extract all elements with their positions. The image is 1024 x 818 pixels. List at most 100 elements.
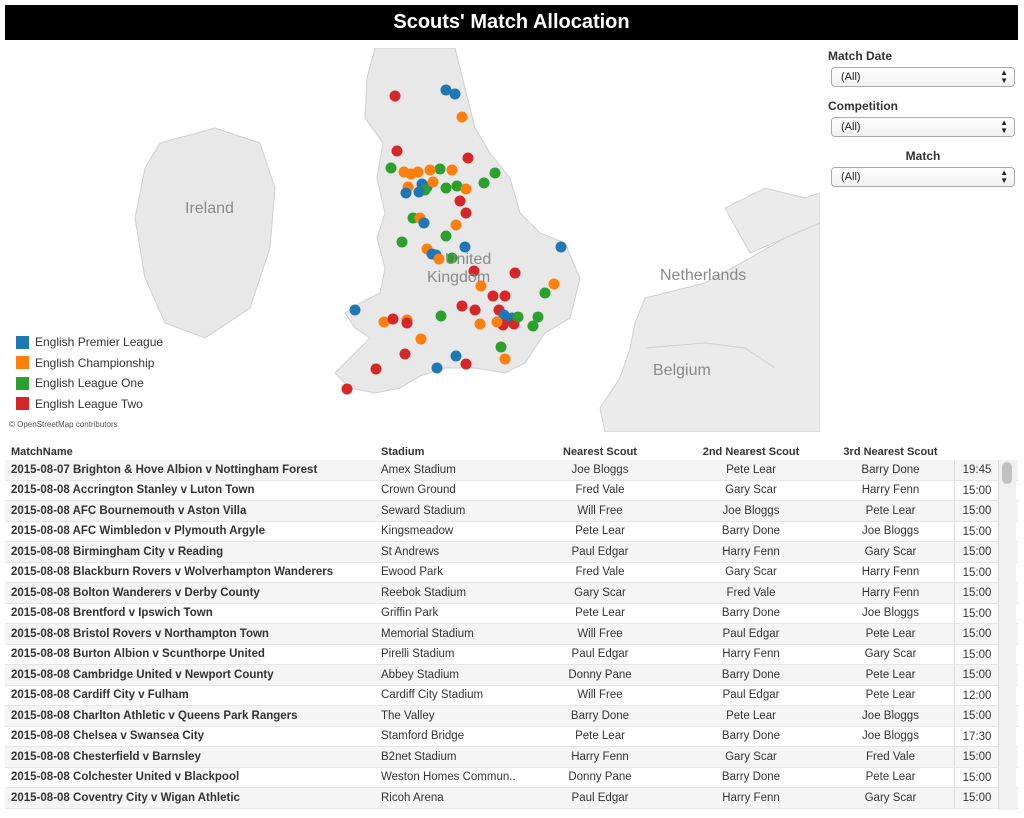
table-row[interactable]: 2015-08-08 Bristol Rovers v Northampton … — [5, 624, 1018, 645]
cell-stadium: Reebok Stadium — [381, 586, 467, 599]
match-marker[interactable] — [396, 236, 408, 248]
match-marker[interactable] — [462, 152, 474, 164]
match-marker[interactable] — [450, 219, 462, 231]
cell-nearest-scout: Paul Edgar — [571, 648, 629, 661]
match-marker[interactable] — [427, 176, 439, 188]
match-marker[interactable] — [548, 278, 560, 290]
table-row[interactable]: 2015-08-08 AFC Bournemouth v Aston Villa… — [5, 501, 1018, 522]
match-marker[interactable] — [431, 362, 443, 374]
table-row[interactable]: 2015-08-08 Cardiff City v Fulham Cardiff … — [5, 685, 1018, 706]
table-row[interactable]: 2015-08-08 Burton Albion v Scunthorpe Un… — [5, 644, 1018, 665]
cell-second-nearest-scout: Barry Done — [721, 525, 781, 538]
match-marker[interactable] — [400, 187, 412, 199]
table-scrollbar[interactable] — [998, 460, 1016, 810]
cell-nearest-scout: Gary Scar — [574, 586, 626, 599]
match-marker[interactable] — [412, 166, 424, 178]
match-marker[interactable] — [385, 162, 397, 174]
cell-stadium: B2net Stadium — [381, 750, 457, 763]
legend-item-championship[interactable]: English Championship — [16, 353, 163, 374]
match-marker[interactable] — [446, 164, 458, 176]
competition-select[interactable]: (All) ▲ ▼ — [831, 117, 1015, 137]
cell-kickoff-time: 15:00 — [954, 501, 999, 521]
match-marker[interactable] — [509, 267, 521, 279]
match-marker[interactable] — [460, 358, 472, 370]
match-marker[interactable] — [349, 304, 361, 316]
legend-item-premier-league[interactable]: English Premier League — [16, 332, 163, 353]
cell-match-name: 2015-08-08 Accrington Stanley v Luton To… — [11, 484, 255, 497]
match-marker[interactable] — [440, 230, 452, 242]
match-marker[interactable] — [555, 241, 567, 253]
cell-match-name: 2015-08-08 Blackburn Rovers v Wolverhamp… — [11, 566, 334, 579]
match-marker[interactable] — [491, 316, 503, 328]
match-marker[interactable] — [478, 177, 490, 189]
match-marker[interactable] — [499, 290, 511, 302]
map-view[interactable]: Ireland United Kingdom Netherlands Belgi… — [5, 48, 820, 432]
match-marker[interactable] — [435, 310, 447, 322]
match-marker[interactable] — [454, 195, 466, 207]
match-marker[interactable] — [434, 163, 446, 175]
cell-match-name: 2015-08-08 AFC Bournemouth v Aston Villa — [11, 504, 247, 517]
match-select[interactable]: (All) ▲ ▼ — [831, 167, 1015, 187]
match-marker[interactable] — [433, 253, 445, 265]
table-row[interactable]: 2015-08-08 Cambridge United v Newport Co… — [5, 665, 1018, 686]
match-marker[interactable] — [456, 300, 468, 312]
match-marker[interactable] — [387, 313, 399, 325]
match-marker[interactable] — [391, 145, 403, 157]
match-marker[interactable] — [456, 111, 468, 123]
match-marker[interactable] — [474, 318, 486, 330]
cell-kickoff-time: 12:00 — [954, 685, 999, 705]
table-row[interactable]: 2015-08-08 Charlton Athletic v Queens Pa… — [5, 706, 1018, 727]
table-row[interactable]: 2015-08-08 Accrington Stanley v Luton To… — [5, 480, 1018, 501]
match-marker[interactable] — [449, 88, 461, 100]
table-row[interactable]: 2015-08-08 Bolton Wanderers v Derby Coun… — [5, 583, 1018, 604]
table-row[interactable]: 2015-08-08 AFC Wimbledon v Plymouth Argy… — [5, 521, 1018, 542]
match-marker[interactable] — [499, 353, 511, 365]
match-marker[interactable] — [370, 363, 382, 375]
header-third-nearest-scout[interactable]: 3rd Nearest Scout — [827, 445, 954, 460]
table-row[interactable]: 2015-08-08 Coventry City v Wigan Athleti… — [5, 788, 1018, 809]
cell-nearest-scout: Harry Fenn — [571, 750, 629, 763]
table-row[interactable]: 2015-08-08 Birmingham City v Reading St A… — [5, 542, 1018, 563]
match-value: (All) — [841, 171, 861, 183]
header-second-nearest-scout[interactable]: 2nd Nearest Scout — [675, 445, 827, 460]
cell-nearest-scout: Fred Vale — [575, 566, 625, 579]
table-row[interactable]: 2015-08-08 Brentford v Ipswich Town Griff… — [5, 603, 1018, 624]
match-marker[interactable] — [341, 383, 353, 395]
match-marker[interactable] — [399, 348, 411, 360]
table-row[interactable]: 2015-08-08 Chelsea v Swansea City Stamfor… — [5, 726, 1018, 747]
cell-match-name: 2015-08-08 Colchester United v Blackpool — [11, 771, 240, 784]
match-marker[interactable] — [460, 183, 472, 195]
match-date-select[interactable]: (All) ▲ ▼ — [831, 67, 1015, 87]
match-marker[interactable] — [527, 320, 539, 332]
header-match[interactable]: MatchName — [5, 445, 375, 460]
match-marker[interactable] — [424, 164, 436, 176]
match-marker[interactable] — [460, 207, 472, 219]
header-stadium[interactable]: Stadium — [375, 445, 525, 460]
map-attribution[interactable]: © OpenStreetMap contributors — [9, 420, 118, 429]
match-marker[interactable] — [389, 90, 401, 102]
match-marker[interactable] — [487, 290, 499, 302]
table-row[interactable]: 2015-08-07 Brighton & Hove Albion v Nott… — [5, 460, 1018, 481]
cell-nearest-scout: Will Free — [577, 627, 623, 640]
match-marker[interactable] — [495, 341, 507, 353]
match-marker[interactable] — [413, 186, 425, 198]
match-marker[interactable] — [539, 287, 551, 299]
match-marker[interactable] — [440, 182, 452, 194]
scrollbar-thumb[interactable] — [1002, 462, 1012, 484]
table-row[interactable]: 2015-08-08 Colchester United v Blackpool… — [5, 767, 1018, 788]
match-marker[interactable] — [489, 167, 501, 179]
cell-nearest-scout: Pete Lear — [575, 607, 625, 620]
header-nearest-scout[interactable]: Nearest Scout — [525, 445, 675, 460]
table-row[interactable]: 2015-08-08 Blackburn Rovers v Wolverhamp… — [5, 562, 1018, 583]
match-marker[interactable] — [512, 311, 524, 323]
match-marker[interactable] — [401, 317, 413, 329]
cell-kickoff-time: 15:00 — [954, 480, 999, 500]
cell-match-name: 2015-08-08 Birmingham City v Reading — [11, 545, 224, 558]
match-marker[interactable] — [415, 333, 427, 345]
match-marker[interactable] — [418, 217, 430, 229]
match-marker[interactable] — [450, 350, 462, 362]
legend-item-league-two[interactable]: English League Two — [16, 394, 163, 415]
table-row[interactable]: 2015-08-08 Chesterfield v Barnsley B2net … — [5, 747, 1018, 768]
match-marker[interactable] — [469, 304, 481, 316]
legend-item-league-one[interactable]: English League One — [16, 373, 163, 394]
